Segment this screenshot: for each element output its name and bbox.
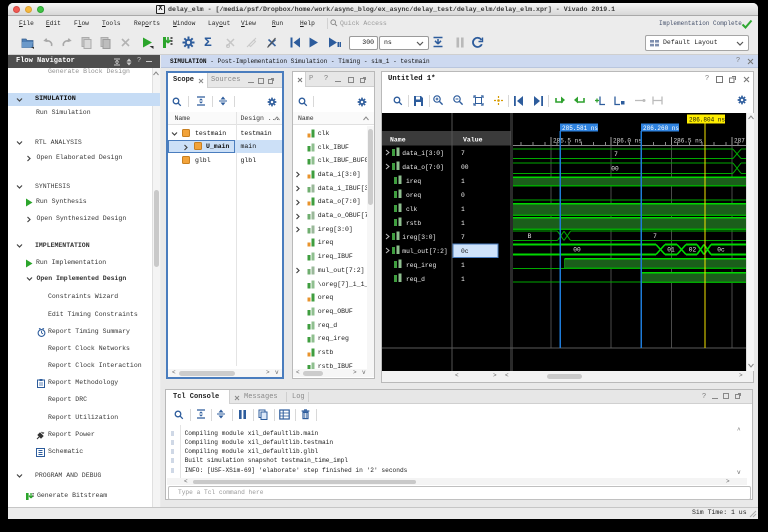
svg-text:mul_out[7:2]: mul_out[7:2] (402, 248, 447, 255)
svg-text:data_o[7:0]: data_o[7:0] (402, 164, 444, 171)
svg-text:1: 1 (461, 220, 465, 227)
svg-text:7: 7 (461, 234, 465, 241)
svg-text:ireg[3:0]: ireg[3:0] (402, 234, 436, 241)
svg-text:Value: Value (463, 137, 483, 144)
svg-text:00: 00 (461, 164, 469, 171)
svg-text:1: 1 (461, 262, 465, 269)
svg-text:rstb: rstb (406, 220, 421, 227)
svg-text:1: 1 (461, 276, 465, 283)
svg-text:0c: 0c (717, 247, 725, 254)
svg-text:1: 1 (461, 206, 465, 213)
svg-text:7: 7 (653, 233, 657, 240)
svg-text:287.: 287. (734, 137, 746, 144)
svg-text:00: 00 (611, 165, 619, 172)
svg-text:0: 0 (461, 192, 465, 199)
svg-text:7: 7 (614, 151, 618, 158)
svg-text:00: 00 (573, 247, 581, 254)
svg-text:oreq: oreq (406, 192, 421, 199)
svg-text:01: 01 (667, 247, 675, 254)
svg-text:7: 7 (461, 150, 465, 157)
svg-text:286.804 ns: 286.804 ns (689, 117, 725, 124)
svg-text:286.260 ns: 286.260 ns (643, 125, 679, 132)
svg-text:ireq: ireq (406, 178, 421, 185)
svg-text:Name: Name (390, 137, 406, 144)
svg-text:02: 02 (689, 247, 697, 254)
svg-text:clk: clk (406, 206, 418, 213)
svg-text:data_i[3:0]: data_i[3:0] (402, 150, 444, 157)
svg-text:1: 1 (461, 178, 465, 185)
svg-text:285.581 ns: 285.581 ns (562, 125, 598, 132)
svg-text:0c: 0c (461, 248, 469, 255)
svg-text:B: B (528, 233, 532, 240)
svg-text:req_d: req_d (406, 276, 425, 283)
svg-text:req_ireg: req_ireg (406, 262, 436, 269)
